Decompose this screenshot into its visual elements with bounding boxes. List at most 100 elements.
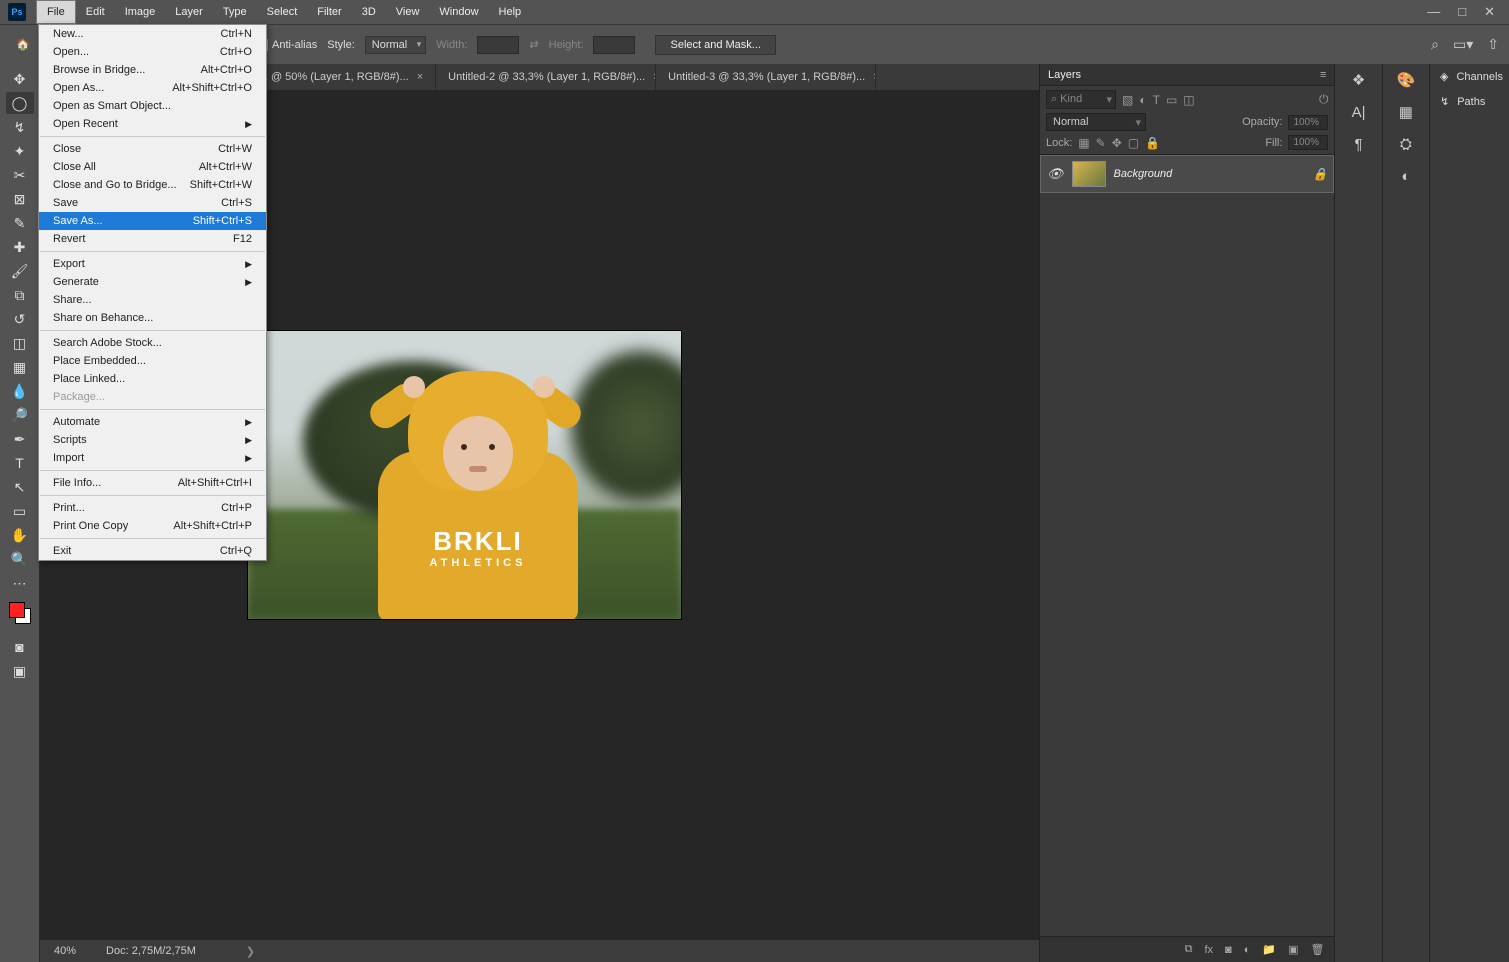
layers-panel-header[interactable]: Layers≡ (1040, 64, 1334, 86)
character-icon[interactable]: A| (1342, 98, 1376, 126)
file-menu-search-adobe-stock[interactable]: Search Adobe Stock... (39, 334, 266, 352)
file-menu-generate[interactable]: Generate▶ (39, 273, 266, 291)
fill-input[interactable]: 100% (1288, 135, 1328, 150)
paragraph-icon[interactable]: ¶ (1342, 130, 1376, 158)
adjustment-icon[interactable]: ◐ (1244, 944, 1251, 956)
lock-trans-icon[interactable]: ▦ (1078, 136, 1089, 150)
new-layer-icon[interactable]: ▣ (1288, 943, 1298, 956)
zoom-level[interactable]: 40% (54, 945, 76, 957)
fx-icon[interactable]: fx (1204, 944, 1213, 956)
status-chevron-icon[interactable]: ❯ (246, 945, 255, 958)
adjustments-icon[interactable]: ◐ (1389, 162, 1423, 190)
pen-tool[interactable]: ✒ (6, 428, 34, 450)
doc-size[interactable]: Doc: 2,75M/2,75M (106, 945, 196, 957)
file-menu-open[interactable]: Open...Ctrl+O (39, 43, 266, 61)
file-menu-open-as-smart-object[interactable]: Open as Smart Object... (39, 97, 266, 115)
screen-mode-button[interactable]: ▣ (6, 660, 34, 682)
menu-type[interactable]: Type (213, 0, 257, 24)
file-menu-save[interactable]: SaveCtrl+S (39, 194, 266, 212)
file-menu-close-all[interactable]: Close AllAlt+Ctrl+W (39, 158, 266, 176)
healing-tool[interactable]: ✚ (6, 236, 34, 258)
dodge-tool[interactable]: 🔎 (6, 404, 34, 426)
tab-close-icon[interactable]: × (873, 71, 876, 83)
file-menu-new[interactable]: New...Ctrl+N (39, 25, 266, 43)
link-icon[interactable]: ⧉ (1185, 943, 1193, 956)
glyphs-icon[interactable]: ❖ (1342, 66, 1376, 94)
move-tool[interactable]: ✥ (6, 68, 34, 90)
file-menu-open-as[interactable]: Open As...Alt+Shift+Ctrl+O (39, 79, 266, 97)
share-icon[interactable]: ⇧ (1487, 36, 1499, 53)
document-tab[interactable]: Untitled-3 @ 33,3% (Layer 1, RGB/8#)...× (656, 64, 876, 90)
trash-icon[interactable]: 🗑 (1310, 943, 1324, 956)
minimize-button[interactable]: — (1427, 4, 1440, 20)
hand-tool[interactable]: ✋ (6, 524, 34, 546)
menu-view[interactable]: View (386, 0, 430, 24)
mask-icon[interactable]: ◙ (1225, 944, 1232, 956)
menu-file[interactable]: File (36, 0, 76, 24)
layer-kind-select[interactable]: Kind (1046, 90, 1116, 109)
filter-shape-icon[interactable]: ▭ (1166, 93, 1177, 107)
workspace-icon[interactable]: ▭▾ (1453, 36, 1473, 53)
magic-wand-tool[interactable]: ✦ (6, 140, 34, 162)
lasso-tool[interactable]: ↯ (6, 116, 34, 138)
file-menu-close-and-go-to-bridge[interactable]: Close and Go to Bridge...Shift+Ctrl+W (39, 176, 266, 194)
marquee-tool[interactable]: ◯ (6, 92, 34, 114)
menu-help[interactable]: Help (489, 0, 532, 24)
height-input[interactable] (593, 36, 635, 54)
menu-filter[interactable]: Filter (307, 0, 351, 24)
group-icon[interactable]: 📁 (1262, 943, 1276, 956)
file-menu-place-embedded[interactable]: Place Embedded... (39, 352, 266, 370)
quick-mask-button[interactable]: ◙ (6, 636, 34, 658)
lock-icon[interactable]: 🔒 (1312, 167, 1327, 181)
file-menu-import[interactable]: Import▶ (39, 449, 266, 467)
file-menu-file-info[interactable]: File Info...Alt+Shift+Ctrl+I (39, 474, 266, 492)
file-menu-share-on-behance[interactable]: Share on Behance... (39, 309, 266, 327)
swap-icon[interactable]: ⇄ (529, 38, 538, 51)
menu-window[interactable]: Window (429, 0, 488, 24)
document-tab[interactable]: Untitled-2 @ 33,3% (Layer 1, RGB/8#)...× (436, 64, 656, 90)
file-menu-print[interactable]: Print...Ctrl+P (39, 499, 266, 517)
frame-tool[interactable]: ⊠ (6, 188, 34, 210)
file-menu-close[interactable]: CloseCtrl+W (39, 140, 266, 158)
visibility-icon[interactable]: 👁 (1047, 166, 1064, 182)
file-menu-save-as[interactable]: Save As...Shift+Ctrl+S (39, 212, 266, 230)
properties-icon[interactable]: ⛭ (1389, 130, 1423, 158)
eraser-tool[interactable]: ◫ (6, 332, 34, 354)
blur-tool[interactable]: 💧 (6, 380, 34, 402)
zoom-tool[interactable]: 🔍 (6, 548, 34, 570)
lock-all-icon[interactable]: 🔒 (1145, 136, 1160, 150)
menu-image[interactable]: Image (115, 0, 166, 24)
maximize-button[interactable]: □ (1458, 4, 1466, 20)
brush-tool[interactable]: 🖌 (6, 260, 34, 282)
width-input[interactable] (477, 36, 519, 54)
gradient-tool[interactable]: ▦ (6, 356, 34, 378)
file-menu-scripts[interactable]: Scripts▶ (39, 431, 266, 449)
close-button[interactable]: ✕ (1484, 4, 1495, 20)
style-select[interactable]: Normal (365, 36, 426, 54)
file-menu-place-linked[interactable]: Place Linked... (39, 370, 266, 388)
layer-row-background[interactable]: 👁 Background 🔒 (1040, 155, 1334, 193)
menu-layer[interactable]: Layer (165, 0, 213, 24)
color-icon[interactable]: 🎨 (1389, 66, 1423, 94)
search-icon[interactable]: ⌕ (1431, 36, 1439, 53)
path-tool[interactable]: ↖ (6, 476, 34, 498)
eyedropper-tool[interactable]: ✎ (6, 212, 34, 234)
channels-tab[interactable]: ◈Channels (1430, 64, 1509, 89)
file-menu-browse-in-bridge[interactable]: Browse in Bridge...Alt+Ctrl+O (39, 61, 266, 79)
clone-stamp-tool[interactable]: ⧉ (6, 284, 34, 306)
type-tool[interactable]: T (6, 452, 34, 474)
filter-pixel-icon[interactable]: ▧ (1122, 93, 1133, 107)
swatches-icon[interactable]: ▦ (1389, 98, 1423, 126)
select-and-mask-button[interactable]: Select and Mask... (655, 35, 776, 55)
filter-type-icon[interactable]: T (1153, 93, 1160, 107)
menu-edit[interactable]: Edit (76, 0, 115, 24)
menu-3d[interactable]: 3D (352, 0, 386, 24)
lock-artboard-icon[interactable]: ▢ (1128, 136, 1139, 150)
file-menu-automate[interactable]: Automate▶ (39, 413, 266, 431)
filter-toggle-icon[interactable]: ⏻ (1319, 92, 1329, 107)
history-brush-tool[interactable]: ↺ (6, 308, 34, 330)
color-swatch[interactable] (9, 602, 31, 624)
tab-close-icon[interactable]: × (417, 71, 423, 83)
file-menu-export[interactable]: Export▶ (39, 255, 266, 273)
file-menu-revert[interactable]: RevertF12 (39, 230, 266, 248)
